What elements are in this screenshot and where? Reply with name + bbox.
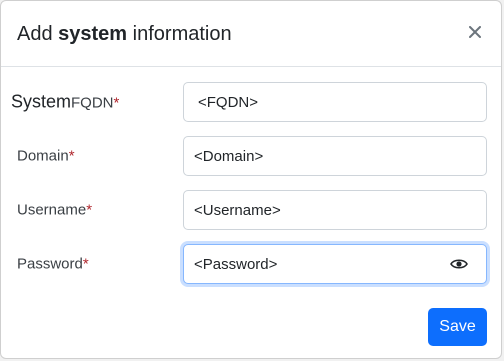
show-password-toggle[interactable] <box>450 258 468 270</box>
fqdn-label: SystemFQDN* <box>11 92 119 113</box>
fqdn-value: <FQDN> <box>198 93 259 111</box>
username-field[interactable]: <Username> <box>183 190 487 230</box>
save-button[interactable]: Save <box>428 308 487 346</box>
dialog-header: Add system information <box>1 1 501 67</box>
domain-value: <Domain> <box>194 147 264 165</box>
fqdn-label-system: System <box>11 91 72 112</box>
close-icon <box>469 26 481 38</box>
password-field[interactable]: <Password> <box>183 244 487 284</box>
title-prefix: Add <box>17 23 59 45</box>
required-mark: * <box>113 94 120 112</box>
password-label: Password* <box>17 256 89 273</box>
title-bold: system <box>58 23 128 45</box>
username-label: Username* <box>17 202 92 219</box>
fqdn-row: SystemFQDN* <FQDN> <box>1 82 501 122</box>
eye-icon <box>450 259 468 269</box>
domain-field[interactable]: <Domain> <box>183 136 487 176</box>
username-row: Username* <Username> <box>1 190 501 230</box>
title-suffix: information <box>132 23 232 45</box>
required-mark: * <box>82 255 89 273</box>
required-mark: * <box>86 201 93 219</box>
password-row: Password* <Password> <box>1 244 501 284</box>
password-label-text: Password <box>17 255 83 273</box>
fqdn-label-fqdn: FQDN <box>71 94 114 112</box>
password-value: <Password> <box>194 255 278 273</box>
domain-label: Domain* <box>17 148 75 165</box>
username-value: <Username> <box>194 201 281 219</box>
dialog-title: Add system information <box>17 22 232 46</box>
username-label-text: Username <box>17 201 87 219</box>
domain-label-text: Domain <box>17 147 69 165</box>
add-system-dialog: Add system information SystemFQDN* <FQDN… <box>0 0 502 359</box>
required-mark: * <box>68 147 75 165</box>
close-button[interactable] <box>463 20 487 44</box>
fqdn-field[interactable]: <FQDN> <box>183 82 487 122</box>
domain-row: Domain* <Domain> <box>1 136 501 176</box>
